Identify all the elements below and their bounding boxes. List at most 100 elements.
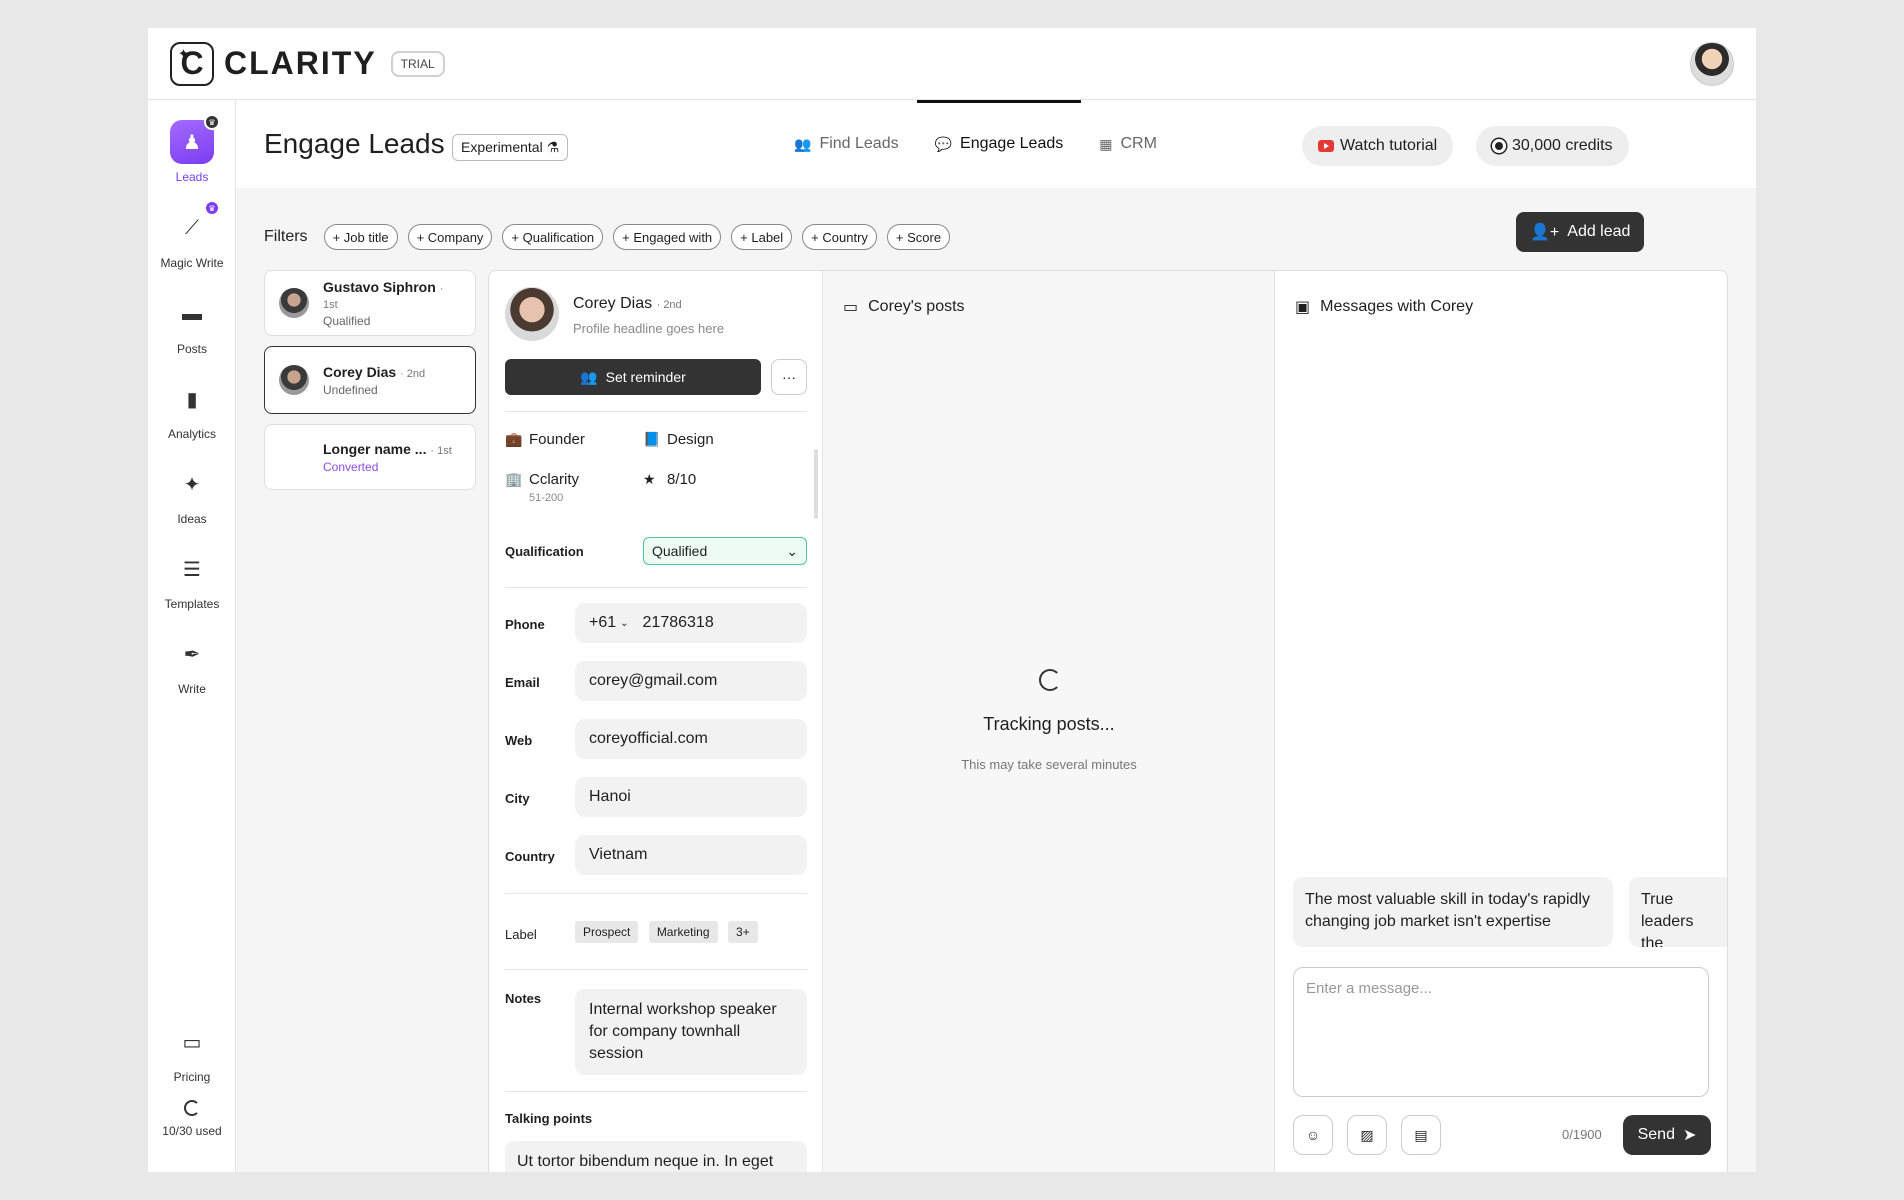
star-icon: ★ [643, 471, 656, 487]
phone-field[interactable]: +61 ⌄ 21786318 [575, 603, 807, 643]
tag-marketing[interactable]: Marketing [648, 921, 718, 943]
filter-job-title[interactable]: + Job title [323, 224, 398, 250]
posts-title: ▭ Corey's posts [843, 298, 965, 316]
filter-country[interactable]: + Country [802, 224, 877, 250]
sidebar-item-leads[interactable]: ♟ ♛ Leads [148, 114, 236, 184]
emoji-button[interactable]: ☺ [1293, 1115, 1333, 1155]
message-input[interactable]: Enter a message... [1293, 967, 1709, 1097]
main-content: Engage Leads Experimental ⚗ 👥 Find Leads … [236, 100, 1756, 1172]
sidebar-item-templates[interactable]: ☰ Templates [148, 547, 236, 612]
talking-points-field[interactable]: Ut tortor bibendum neque in. In eget [505, 1141, 807, 1172]
sidebar-item-posts[interactable]: ▬ Posts [148, 292, 236, 357]
lead-name: Gustavo Siphron [323, 278, 436, 295]
scrollbar[interactable] [814, 449, 818, 519]
sidebar-item-analytics[interactable]: ▮ Analytics [148, 377, 236, 442]
filter-company[interactable]: + Company [407, 224, 493, 250]
sidebar: ♟ ♛ Leads ⟋ ♛ Magic Write ▬ Posts ▮ Analyt… [148, 100, 236, 1172]
filter-score[interactable]: + Score [886, 224, 951, 250]
profile-headline: Profile headline goes here [573, 321, 725, 336]
tab-engage-leads[interactable]: 💬 Engage Leads [916, 100, 1082, 188]
posts-column: ▭ Corey's posts Tracking posts... This ma… [823, 271, 1275, 1172]
crown-icon: ♛ [204, 200, 220, 216]
send-button[interactable]: Send ➤ [1623, 1115, 1711, 1155]
lead-degree: · 2nd [400, 367, 426, 380]
divider [505, 587, 807, 588]
tab-crm[interactable]: ▦ CRM [1081, 100, 1175, 188]
city-field[interactable]: Hanoi [575, 777, 807, 817]
user-crown-icon: ♟ ♛ [170, 114, 220, 164]
tracking-subtext: This may take several minutes [961, 757, 1137, 772]
notes-field[interactable]: Internal workshop speaker for company to… [575, 989, 807, 1075]
character-counter: 0/1900 [1562, 1127, 1602, 1142]
tab-find-leads[interactable]: 👥 Find Leads [776, 100, 917, 188]
add-lead-button[interactable]: 👤+ Add lead [1516, 212, 1645, 252]
sidebar-item-write[interactable]: ✒ Write [148, 632, 236, 697]
country-field[interactable]: Vietnam [575, 835, 807, 875]
magic-wand-icon: ⟋ ♛ [170, 200, 220, 250]
lead-status: Undefined [323, 382, 378, 397]
youtube-icon [1318, 140, 1334, 152]
filter-qualification[interactable]: + Qualification [502, 224, 604, 250]
email-label: Email [505, 675, 540, 690]
building-icon: 🏢 [505, 471, 523, 487]
lead-card[interactable]: Corey Dias · 2nd Undefined [264, 346, 476, 414]
usage-indicator: 10/30 used [148, 1100, 236, 1138]
filter-engaged-with[interactable]: + Engaged with [613, 224, 722, 250]
sparkle-icon: ✦ [183, 473, 201, 496]
top-bar: ✦ C CLARITY TRIAL [148, 28, 1756, 100]
lead-card[interactable]: Gustavo Siphron · 1st Qualified [264, 270, 476, 336]
tag-prospect[interactable]: Prospect [575, 921, 639, 943]
qualification-select[interactable]: Qualified ⌄ [643, 537, 807, 565]
message-suggestion[interactable]: The most valuable skill in today's rapid… [1293, 877, 1613, 947]
avatar [279, 365, 309, 395]
divider [505, 411, 807, 412]
chevron-down-icon: ⌄ [786, 542, 798, 559]
filter-label[interactable]: + Label [731, 224, 793, 250]
talking-points-label: Talking points [505, 1111, 593, 1126]
credits-button[interactable]: 30,000 credits [1476, 126, 1629, 166]
people-icon: 👥 [794, 135, 812, 152]
country-code[interactable]: +61 [589, 614, 616, 632]
tag-more[interactable]: 3+ [727, 921, 758, 943]
web-field[interactable]: coreyofficial.com [575, 719, 807, 759]
set-reminder-button[interactable]: 👥 Set reminder [505, 359, 761, 395]
loading-spinner [1039, 669, 1061, 691]
sidebar-item-pricing[interactable]: ▭ Pricing [148, 1020, 236, 1085]
lead-status: Qualified [323, 313, 371, 328]
page-title: Engage Leads [264, 128, 445, 159]
trial-badge: TRIAL [390, 50, 445, 77]
messages-title: ▣ Messages with Corey [1295, 298, 1474, 316]
avatar [279, 442, 309, 472]
usage-ring-icon [184, 1100, 200, 1116]
sidebar-item-label: Magic Write [160, 256, 224, 270]
email-field[interactable]: corey@gmail.com [575, 661, 807, 701]
watch-tutorial-button[interactable]: Watch tutorial [1302, 126, 1454, 166]
phone-label: Phone [505, 617, 545, 632]
sidebar-item-ideas[interactable]: ✦ Ideas [148, 462, 236, 527]
image-button[interactable]: ▨ [1347, 1115, 1387, 1155]
web-label: Web [505, 733, 533, 748]
filters-bar: Filters + Job title + Company + Qualific… [264, 224, 951, 250]
city-label: City [505, 791, 530, 806]
page-header: Engage Leads Experimental ⚗ 👥 Find Leads … [236, 100, 1756, 188]
company-info: 🏢 Cclarity 51-200 [505, 471, 580, 504]
message-suggestion[interactable]: True leaders the answers [1629, 877, 1727, 947]
country-label: Country [505, 849, 555, 864]
avatar [279, 288, 309, 318]
user-avatar[interactable] [1690, 42, 1734, 86]
lead-list: Gustavo Siphron · 1st Qualified Corey Di… [264, 270, 476, 500]
sidebar-item-magic-write[interactable]: ⟋ ♛ Magic Write [148, 200, 236, 270]
tracking-text: Tracking posts... [983, 714, 1115, 734]
sidebar-item-label: Ideas [177, 512, 207, 526]
messages-column: ▣ Messages with Corey The most valuable s… [1275, 271, 1727, 1172]
more-options-button[interactable]: ··· [771, 359, 807, 395]
pdf-button[interactable]: ▤ [1401, 1115, 1441, 1155]
lead-panel: Corey Dias · 2nd Profile headline goes h… [488, 270, 1728, 1172]
add-user-icon: 👤+ [1530, 224, 1560, 241]
chevron-down-icon: ⌄ [620, 617, 629, 629]
sidebar-item-label: Write [178, 682, 206, 696]
lead-card[interactable]: Longer name ... · 1st Converted [264, 424, 476, 490]
table-icon: ▦ [1099, 135, 1113, 152]
pdf-icon: ▤ [1414, 1126, 1428, 1143]
bar-chart-icon: ▮ [186, 388, 198, 411]
